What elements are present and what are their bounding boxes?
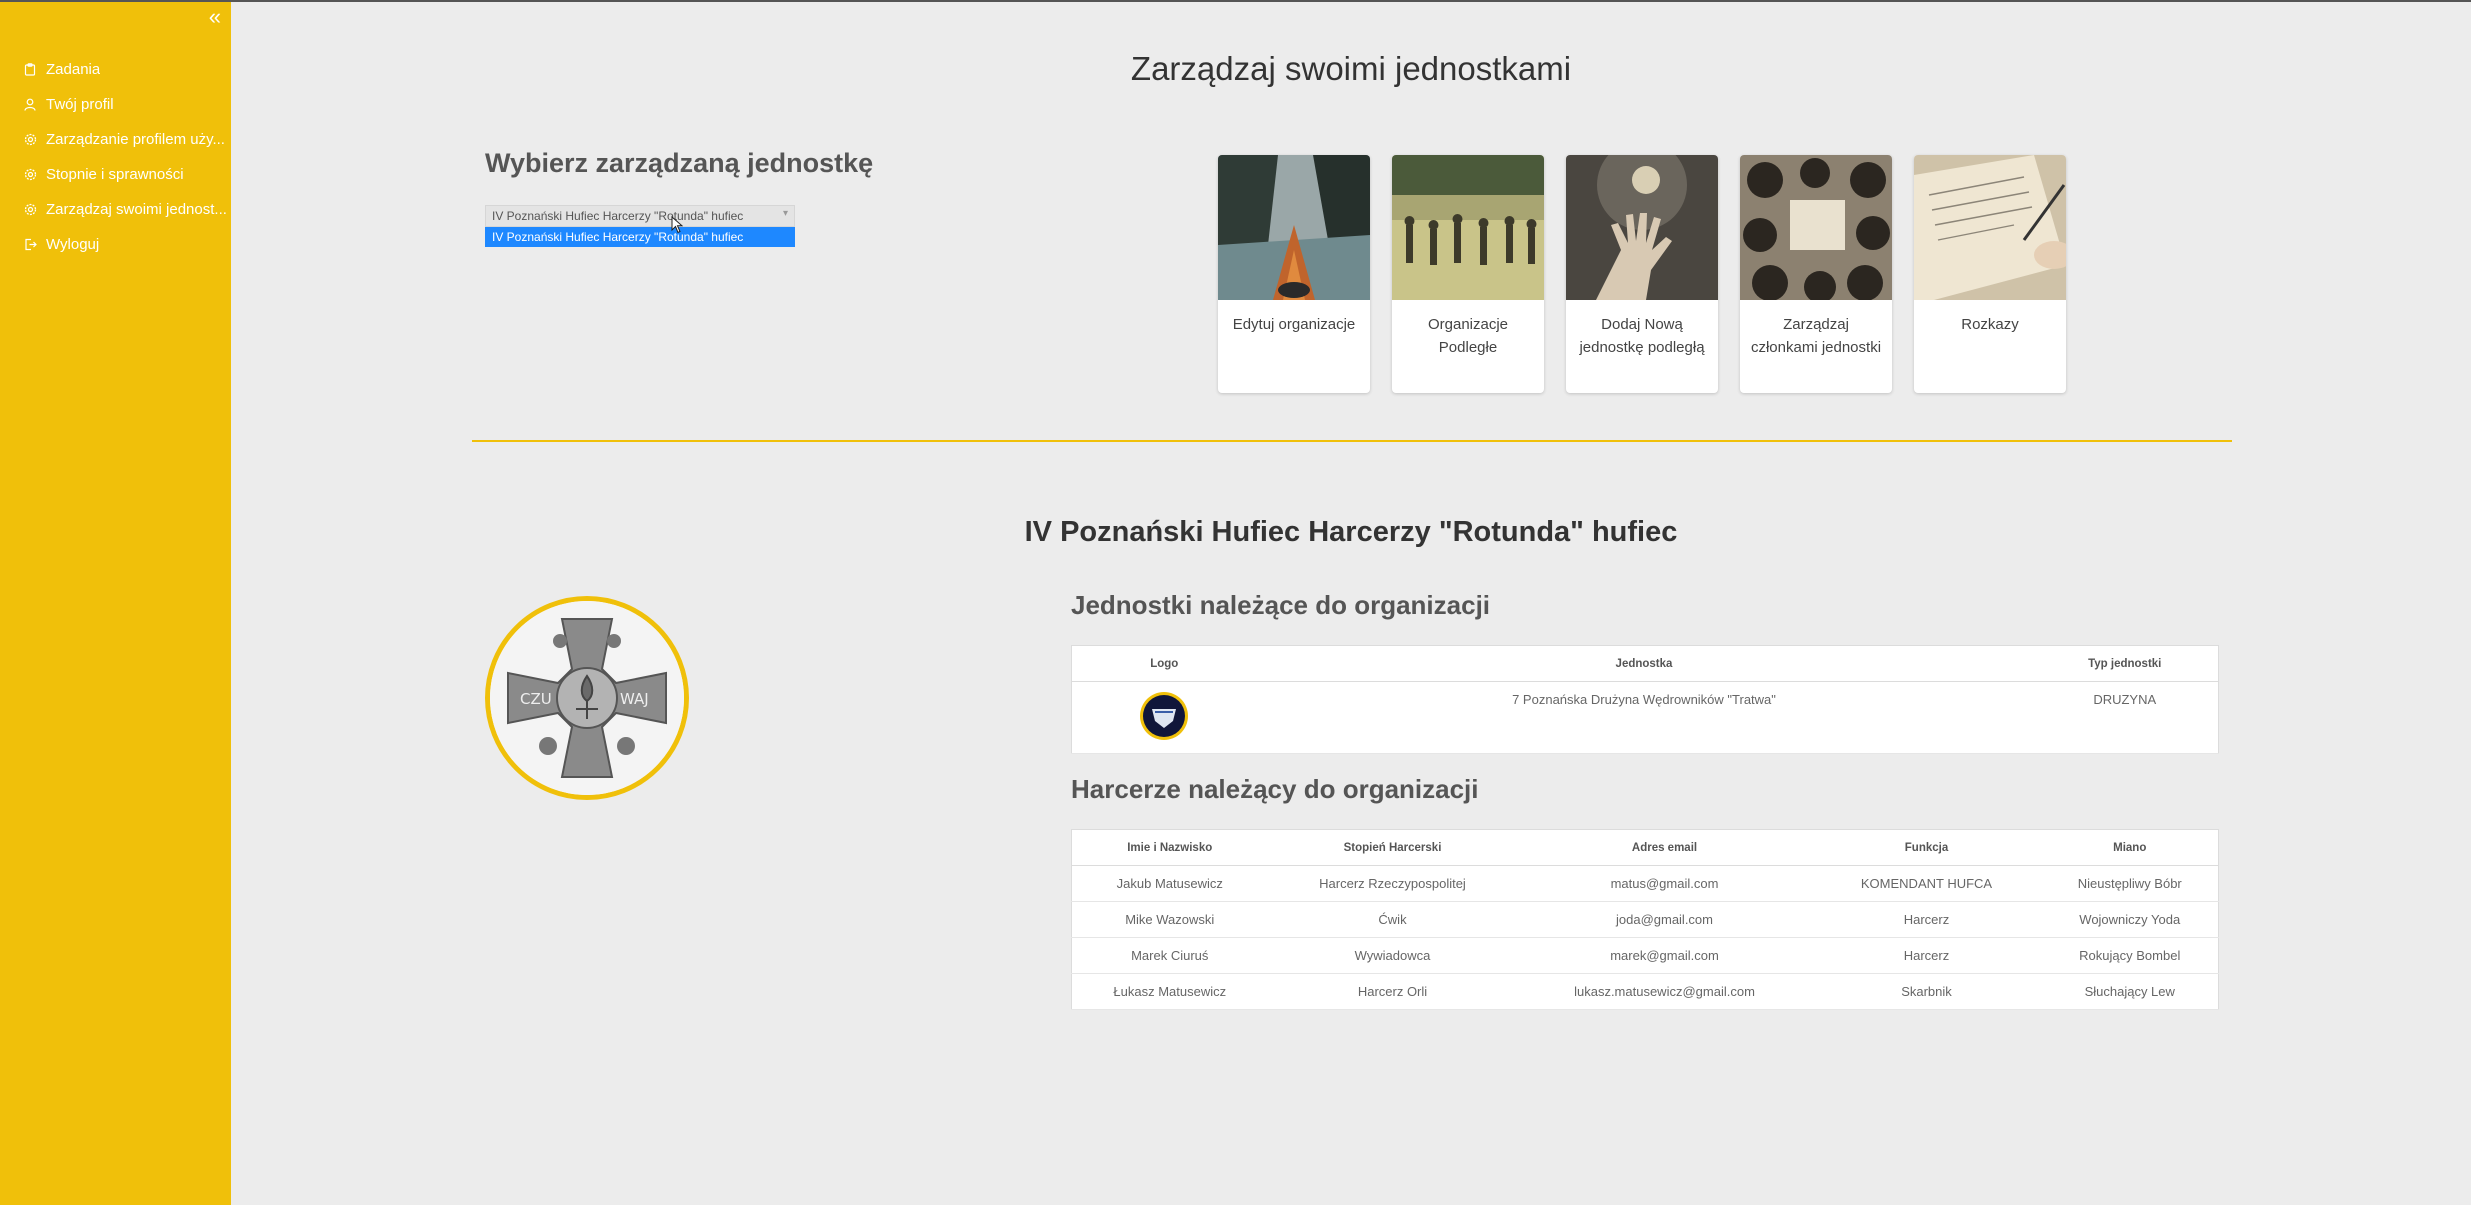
mouse-pointer-icon: [671, 216, 683, 234]
column-header: Logo: [1071, 645, 1257, 682]
member-nickname: Wojowniczy Yoda: [2041, 901, 2219, 938]
svg-text:CZU: CZU: [520, 690, 552, 708]
member-rank: Harcerz Rzeczypospolitej: [1267, 865, 1518, 902]
member-email: joda@gmail.com: [1517, 901, 1812, 938]
window-top-border: [0, 0, 2471, 2]
chevron-down-icon: ▾: [782, 208, 788, 219]
gear-icon: [24, 168, 42, 181]
table-row[interactable]: Marek Ciuruś Wywiadowca marek@gmail.com …: [1071, 937, 2219, 974]
column-header: Imie i Nazwisko: [1071, 829, 1268, 866]
member-rank: Harcerz Orli: [1267, 973, 1518, 1010]
card-label: Organizacje Podległe: [1427, 316, 1509, 356]
soldiers-field-image: [1392, 155, 1544, 300]
unit-type: DRUZYNA: [2031, 681, 2219, 754]
sidebar-item-label: Stopnie i sprawności: [46, 166, 184, 183]
column-header: Miano: [2041, 829, 2219, 866]
table-row[interactable]: Jakub Matusewicz Harcerz Rzeczypospolite…: [1071, 865, 2219, 902]
gear-icon: [24, 203, 42, 216]
column-header: Adres email: [1517, 829, 1812, 866]
sidebar: « Zadania Twój profil Zarządzanie profil…: [0, 0, 231, 1205]
card-label: Zarządzaj członkami jednostki: [1750, 316, 1882, 356]
sidebar-item-zadania[interactable]: Zadania: [0, 52, 231, 87]
organization-title: IV Poznański Hufiec Harcerzy "Rotunda" h…: [1024, 516, 1678, 548]
open-hand-image: [1566, 155, 1718, 300]
sidebar-item-label: Zarządzanie profilem uży...: [46, 131, 225, 148]
logout-icon: [24, 238, 42, 251]
sidebar-item-logout[interactable]: Wyloguj: [0, 227, 231, 262]
member-rank: Ćwik: [1267, 901, 1518, 938]
units-table: Logo Jednostka Typ jednostki 7 Poznańska…: [1071, 645, 2219, 754]
member-name: Marek Ciuruś: [1071, 937, 1268, 974]
column-header: Jednostka: [1256, 645, 2032, 682]
column-header: Funkcja: [1811, 829, 2042, 866]
column-header: Stopień Harcerski: [1267, 829, 1518, 866]
table-row[interactable]: Mike Wazowski Ćwik joda@gmail.com Harcer…: [1071, 901, 2219, 938]
table-row[interactable]: 7 Poznańska Drużyna Wędrowników "Tratwa"…: [1071, 681, 2219, 754]
member-nickname: Rokujący Bombel: [2041, 937, 2219, 974]
unit-logo: [1140, 692, 1189, 740]
card-label: Dodaj Nową jednostkę podległą: [1579, 316, 1705, 356]
column-header: Typ jednostki: [2031, 645, 2219, 682]
unit-logo-cell: [1071, 681, 1257, 754]
user-icon: [24, 98, 42, 111]
group-huddle-image: [1740, 155, 1892, 303]
card-label: Rozkazy: [1961, 316, 2019, 333]
member-function: Harcerz: [1811, 901, 2042, 938]
member-function: Skarbnik: [1811, 973, 2042, 1010]
sidebar-item-ranks[interactable]: Stopnie i sprawności: [0, 157, 231, 192]
member-email: lukasz.matusewicz@gmail.com: [1517, 973, 1812, 1010]
unit-select-value: IV Poznański Hufiec Harcerzy "Rotunda" h…: [492, 209, 744, 223]
kayak-image: [1218, 155, 1370, 300]
member-function: KOMENDANT HUFCA: [1811, 865, 2042, 902]
sidebar-item-label: Wyloguj: [46, 236, 100, 253]
table-row[interactable]: Łukasz Matusewicz Harcerz Orli lukasz.ma…: [1071, 973, 2219, 1010]
units-section-title: Jednostki należące do organizacji: [1071, 590, 1491, 620]
card-subordinate-organizations[interactable]: Organizacje Podległe: [1392, 155, 1544, 393]
table-header-row: Logo Jednostka Typ jednostki: [1071, 645, 2219, 682]
sidebar-item-label: Twój profil: [46, 96, 114, 113]
member-name: Jakub Matusewicz: [1071, 865, 1268, 902]
organization-emblem: CZU WAJ: [485, 596, 689, 800]
member-nickname: Słuchający Lew: [2041, 973, 2219, 1010]
clipboard-icon: [24, 63, 42, 76]
select-unit-heading: Wybierz zarządzaną jednostkę: [485, 148, 874, 178]
collapse-sidebar-icon[interactable]: «: [209, 6, 221, 28]
member-rank: Wywiadowca: [1267, 937, 1518, 974]
member-email: matus@gmail.com: [1517, 865, 1812, 902]
sidebar-item-label: Zarządzaj swoimi jednost...: [46, 201, 227, 218]
page-title: Zarządzaj swoimi jednostkami: [1130, 50, 1572, 87]
members-table: Imie i Nazwisko Stopień Harcerski Adres …: [1071, 829, 2219, 1010]
svg-text:WAJ: WAJ: [620, 690, 649, 708]
member-email: marek@gmail.com: [1517, 937, 1812, 974]
member-name: Łukasz Matusewicz: [1071, 973, 1268, 1010]
main-content: Zarządzaj swoimi jednostkami Wybierz zar…: [231, 0, 2471, 1205]
card-label: Edytuj organizacje: [1232, 316, 1356, 333]
sidebar-item-profile-management[interactable]: Zarządzanie profilem uży...: [0, 122, 231, 157]
unit-select[interactable]: IV Poznański Hufiec Harcerzy "Rotunda" h…: [485, 205, 795, 227]
member-name: Mike Wazowski: [1071, 901, 1268, 938]
unit-name: 7 Poznańska Drużyna Wędrowników "Tratwa": [1256, 681, 2032, 754]
card-manage-unit-members[interactable]: Zarządzaj członkami jednostki: [1740, 155, 1892, 393]
card-edit-organization[interactable]: Edytuj organizacje: [1218, 155, 1370, 393]
sidebar-item-manage-units[interactable]: Zarządzaj swoimi jednost...: [0, 192, 231, 227]
sidebar-nav: Zadania Twój profil Zarządzanie profilem…: [0, 52, 231, 262]
card-orders[interactable]: Rozkazy: [1914, 155, 2066, 393]
member-nickname: Nieustępliwy Bóbr: [2041, 865, 2219, 902]
section-divider: [472, 440, 2232, 442]
writing-notebook-image: [1914, 155, 2066, 300]
table-header-row: Imie i Nazwisko Stopień Harcerski Adres …: [1071, 829, 2219, 866]
member-function: Harcerz: [1811, 937, 2042, 974]
gear-icon: [24, 133, 42, 146]
card-add-subordinate-unit[interactable]: Dodaj Nową jednostkę podległą: [1566, 155, 1718, 393]
sidebar-item-profile[interactable]: Twój profil: [0, 87, 231, 122]
members-section-title: Harcerze należący do organizacji: [1071, 774, 1479, 804]
sidebar-item-label: Zadania: [46, 61, 101, 78]
unit-select-option[interactable]: IV Poznański Hufiec Harcerzy "Rotunda" h…: [485, 227, 795, 247]
